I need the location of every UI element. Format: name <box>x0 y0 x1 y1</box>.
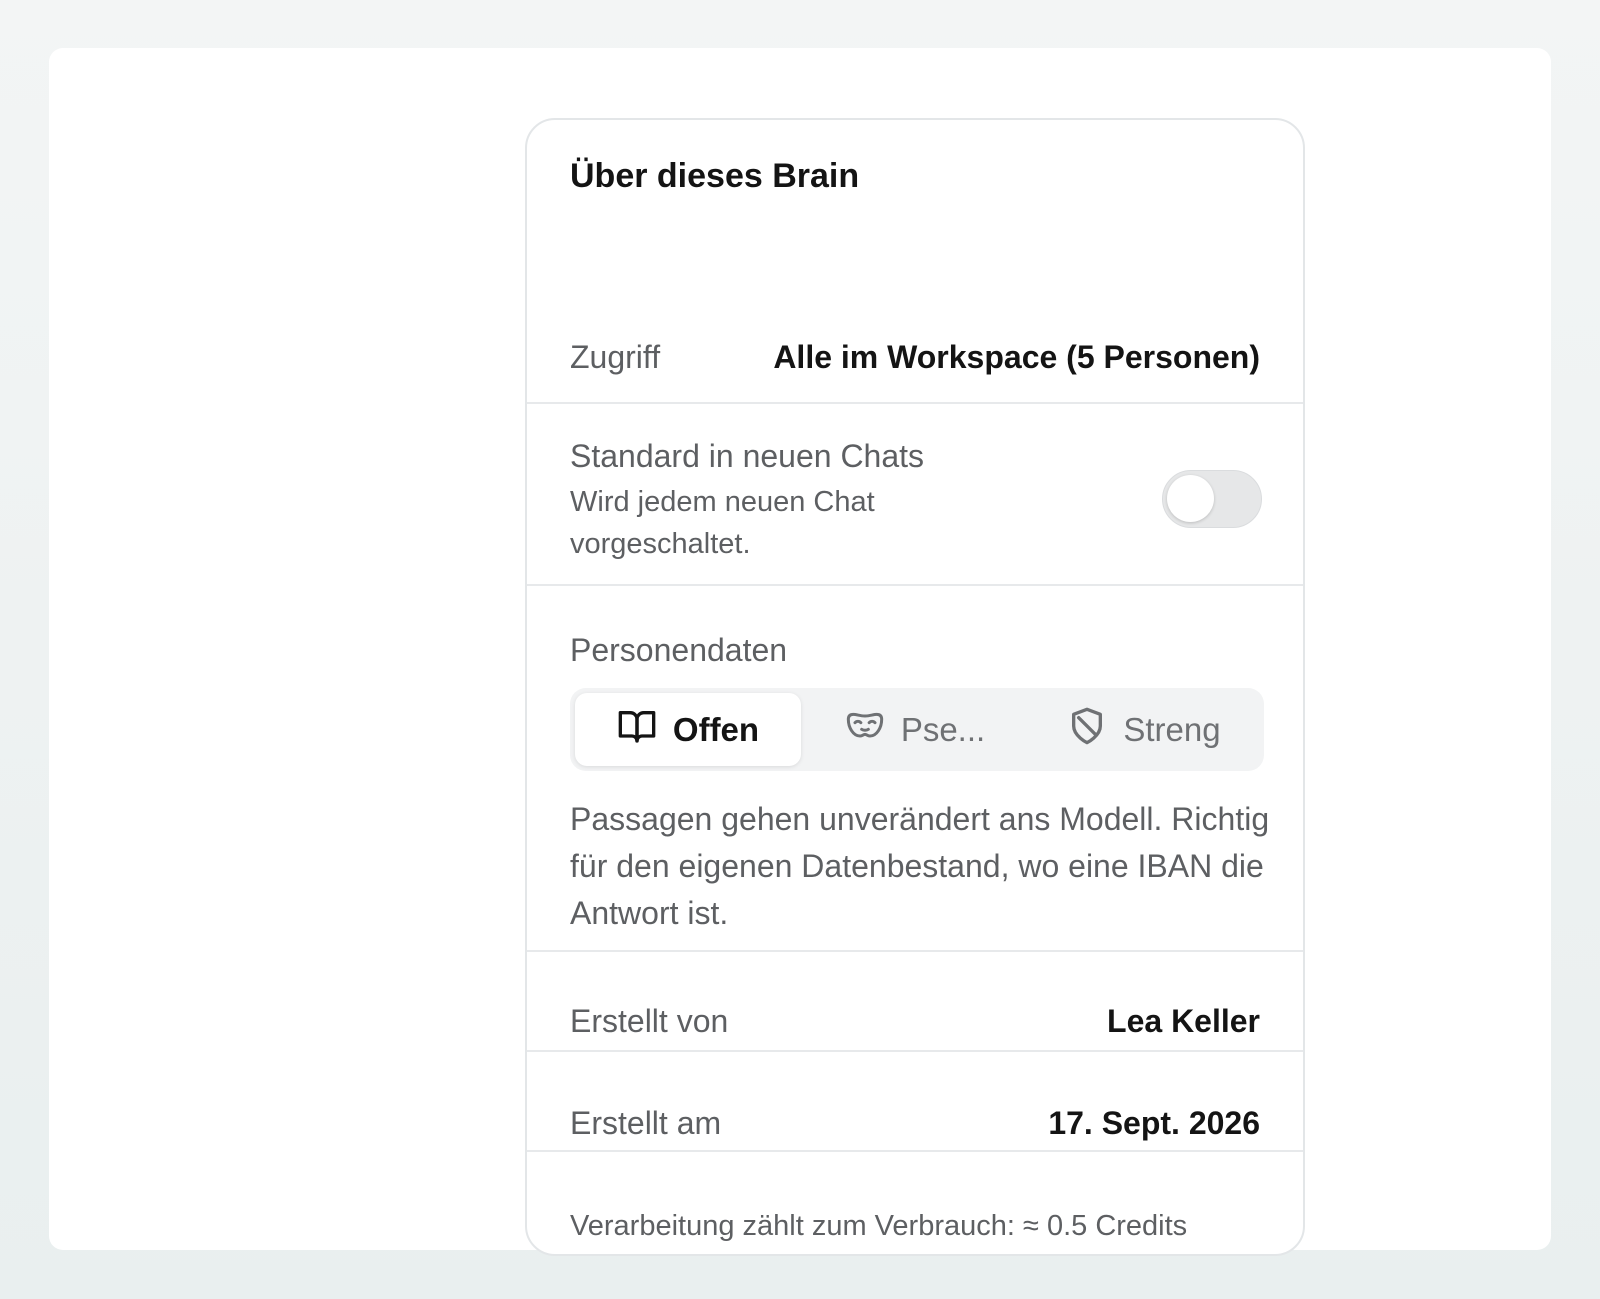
page-panel: Über dieses Brain Zugriff Alle im Worksp… <box>49 48 1551 1256</box>
personal-data-description: Passagen gehen unverändert ans Modell. R… <box>570 801 1270 931</box>
card-title: Über dieses Brain <box>570 157 860 195</box>
mode-option-label: Offen <box>672 710 760 748</box>
divider <box>527 584 1303 586</box>
divider <box>527 1050 1303 1052</box>
created-at-value: 17. Sept. 2026 <box>1048 1104 1260 1141</box>
mode-option-offen[interactable]: Offen <box>575 693 801 766</box>
created-at-row: Erstellt am 17. Sept. 2026 <box>527 1098 1303 1148</box>
mode-option-label: Streng <box>1123 710 1221 748</box>
mask-icon <box>845 706 901 754</box>
created-by-label: Erstellt von <box>570 1002 729 1039</box>
mode-option-pseudonym[interactable]: Pse... <box>801 693 1029 766</box>
personal-data-label: Personendaten <box>570 632 788 668</box>
created-by-row: Erstellt von Lea Keller <box>527 996 1303 1046</box>
created-at-label: Erstellt am <box>570 1104 722 1141</box>
access-row: Zugriff Alle im Workspace (5 Personen) <box>527 332 1303 382</box>
toggle-knob <box>1167 475 1214 522</box>
access-value: Alle im Workspace (5 Personen) <box>773 338 1260 375</box>
mode-option-label: Pse... <box>900 710 986 748</box>
book-open-icon <box>617 706 673 754</box>
mode-option-streng[interactable]: Streng <box>1029 693 1259 766</box>
divider <box>527 950 1303 952</box>
default-in-chats-label: Standard in neuen Chats <box>570 438 925 474</box>
personal-data-mode-selector: Offen Pse... Streng <box>570 688 1264 771</box>
created-by-value: Lea Keller <box>1107 1002 1260 1039</box>
brain-info-card: Über dieses Brain Zugriff Alle im Worksp… <box>525 118 1305 1256</box>
shield-off-icon <box>1067 706 1123 754</box>
divider <box>527 402 1303 404</box>
default-in-chats-description: Wird jedem neuen Chat vorgeschaltet. <box>570 486 875 560</box>
divider <box>527 1150 1303 1152</box>
default-in-chats-row: Standard in neuen Chats Wird jedem neuen… <box>527 438 1303 565</box>
access-label: Zugriff <box>570 338 661 375</box>
usage-footnote: Verarbeitung zählt zum Verbrauch: ≈ 0.5 … <box>570 1210 1188 1242</box>
default-in-chats-toggle[interactable] <box>1162 470 1262 528</box>
